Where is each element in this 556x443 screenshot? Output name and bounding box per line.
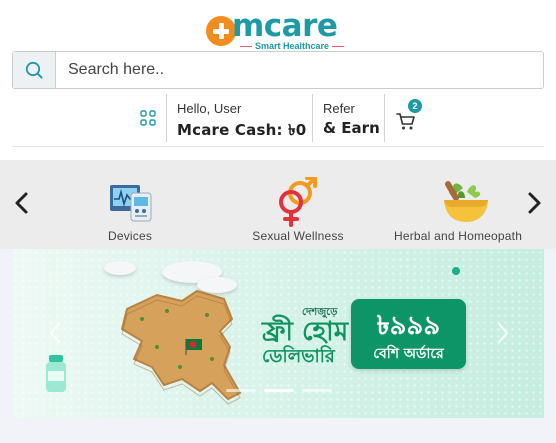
banner-next-icon[interactable] — [496, 321, 510, 345]
header-divider — [12, 146, 544, 147]
account-bar: Hello, User Mcare Cash: ৳0 Refer & Earn … — [0, 93, 556, 143]
category-carousel: Devices Sexual Wellness Herbal and Homeo… — [0, 160, 556, 249]
search-icon — [25, 61, 43, 79]
slide-dot[interactable] — [302, 389, 332, 392]
cloud — [104, 261, 136, 275]
grid-icon[interactable] — [139, 109, 157, 127]
category-sexual-wellness[interactable]: Sexual Wellness — [245, 160, 351, 249]
banner-headline-line2: ডেলিভারি — [262, 346, 335, 367]
chevron-left-icon[interactable] — [10, 188, 34, 218]
chevron-right-icon[interactable] — [522, 188, 546, 218]
category-label: Herbal and Homeopath — [394, 229, 523, 243]
banner-prev-icon[interactable] — [48, 321, 62, 345]
slide-dot[interactable] — [226, 389, 256, 392]
decor-dot — [452, 267, 460, 275]
page: mcare Smart Healthcare Hello, User — [0, 0, 556, 443]
logo-tagline: Smart Healthcare — [230, 41, 354, 51]
logo[interactable]: mcare Smart Healthcare — [206, 8, 354, 51]
category-devices[interactable]: Devices — [82, 160, 178, 249]
gender-symbols-icon — [279, 177, 317, 227]
cart-count-badge: 2 — [408, 99, 422, 113]
cart-icon — [396, 113, 415, 130]
mcare-cash-balance: Mcare Cash: ৳0 — [177, 121, 307, 139]
greeting-text: Hello, User — [177, 101, 242, 116]
divider — [312, 94, 313, 142]
logo-text: mcare — [232, 8, 338, 44]
cart-button[interactable]: 2 — [395, 99, 425, 135]
search-input[interactable] — [57, 52, 543, 88]
banner-min-order: বেশি অর্ডারে — [373, 346, 444, 362]
category-label: Devices — [107, 229, 153, 243]
search-button[interactable] — [13, 52, 56, 88]
medicine-bottle-icon — [46, 355, 66, 392]
category-herbal-homeopathy[interactable]: Herbal and Homeopath — [392, 160, 532, 249]
category-label: Sexual Wellness — [252, 229, 344, 243]
promo-banner[interactable]: দেশজুড়ে ফ্রী হোম ডেলিভারি ৳৯৯৯ বেশি অর্… — [12, 249, 544, 418]
devices-icon — [110, 185, 152, 222]
mortar-herbs-icon — [444, 181, 488, 222]
divider — [166, 94, 167, 142]
search-bar — [12, 51, 544, 89]
slide-indicators — [226, 389, 336, 393]
banner-price-box: ৳৯৯৯ বেশি অর্ডারে — [351, 299, 466, 369]
header: mcare Smart Healthcare Hello, User — [0, 0, 556, 160]
divider — [384, 94, 385, 142]
refer-label: Refer — [323, 101, 355, 116]
slide-dot[interactable] — [264, 389, 294, 392]
earn-label: & Earn — [323, 119, 380, 137]
